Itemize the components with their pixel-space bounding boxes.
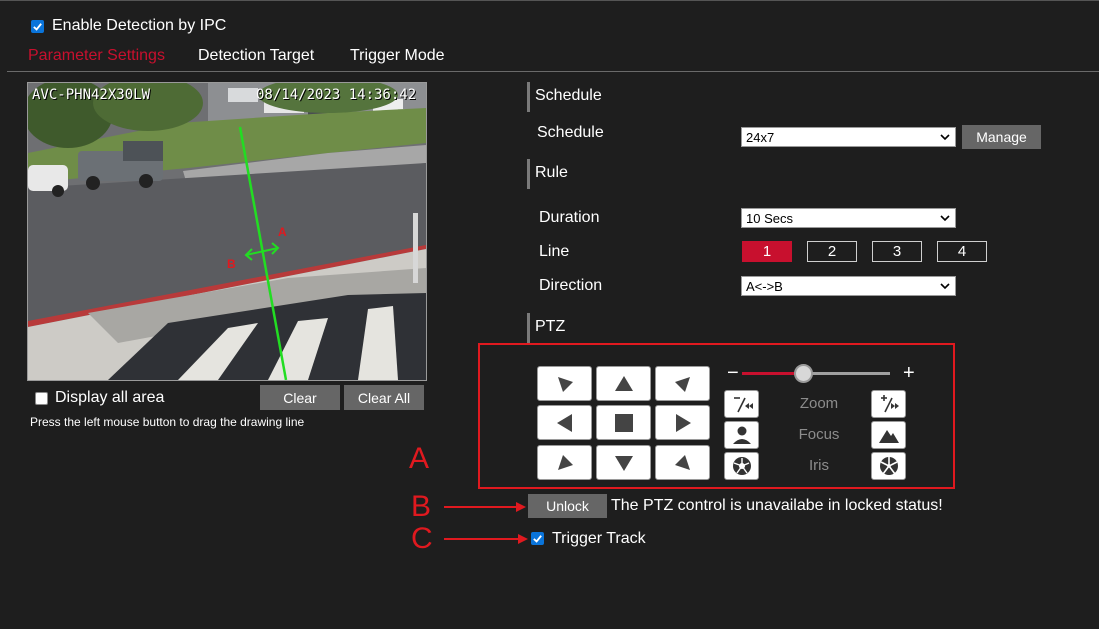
unlock-button[interactable]: Unlock <box>528 494 607 518</box>
speed-slider-track[interactable] <box>742 364 890 383</box>
duration-select-value: 10 Secs <box>746 210 793 226</box>
aperture-close-icon <box>732 457 751 475</box>
annotation-c: C <box>411 522 433 555</box>
duration-label: Duration <box>539 209 600 226</box>
schedule-section-bar <box>527 82 530 112</box>
schedule-section-title: Schedule <box>535 87 602 104</box>
line-1-button[interactable]: 1 <box>742 241 792 262</box>
slider-plus[interactable]: + <box>903 362 915 385</box>
clear-button[interactable]: Clear <box>260 385 340 410</box>
line-3-button[interactable]: 3 <box>872 241 922 262</box>
stop-square-icon <box>614 413 633 432</box>
chevron-down-icon <box>940 215 950 222</box>
zoom-in-icon <box>880 395 899 413</box>
line-label: Line <box>539 243 570 260</box>
direction-select-value: A<->B <box>746 278 783 294</box>
schedule-select-value: 24x7 <box>746 129 775 145</box>
ptz-section-bar <box>527 313 530 343</box>
arrow-up-left-icon <box>557 376 573 392</box>
trigger-track-checkbox[interactable] <box>531 532 544 545</box>
check-icon <box>33 23 42 31</box>
direction-select[interactable]: A<->B <box>741 276 956 296</box>
aperture-open-icon <box>879 457 898 475</box>
iris-label: Iris <box>809 457 829 474</box>
chevron-down-icon <box>940 134 950 141</box>
tab-detection-target[interactable]: Detection Target <box>198 47 314 65</box>
annotation-a: A <box>409 442 430 475</box>
rule-section-title: Rule <box>535 164 568 181</box>
iris-close-button[interactable] <box>724 452 759 480</box>
line-4-button[interactable]: 4 <box>937 241 987 262</box>
ptz-locked-message: The PTZ control is unavailabe in locked … <box>611 497 943 514</box>
drawing-hint: Press the left mouse button to drag the … <box>30 415 305 429</box>
rule-section-bar <box>527 159 530 189</box>
focus-near-button[interactable] <box>724 421 759 449</box>
ptz-right-button[interactable] <box>655 405 710 440</box>
arrow-left-icon <box>556 413 572 432</box>
ptz-stop-button[interactable] <box>596 405 651 440</box>
manage-button[interactable]: Manage <box>962 125 1041 149</box>
enable-detection-checkbox[interactable] <box>31 20 44 33</box>
iris-open-button[interactable] <box>871 452 906 480</box>
ptz-left-button[interactable] <box>537 405 592 440</box>
ptz-down-right-button[interactable] <box>655 445 710 480</box>
camera-name-overlay: AVC-PHN42X30LW <box>32 87 151 103</box>
schedule-label: Schedule <box>537 124 604 141</box>
arrow-down-icon <box>614 455 633 471</box>
mountain-icon <box>878 430 899 443</box>
line-label-a: A <box>278 225 287 239</box>
zoom-in-button[interactable] <box>871 390 906 418</box>
ptz-section-title: PTZ <box>535 318 566 335</box>
focus-label: Focus <box>798 426 840 443</box>
slider-minus[interactable]: − <box>727 362 739 385</box>
tab-trigger-mode[interactable]: Trigger Mode <box>350 47 445 65</box>
ptz-down-left-button[interactable] <box>537 445 592 480</box>
direction-label: Direction <box>539 277 603 294</box>
arrow-up-right-icon <box>674 376 690 392</box>
line-2-button[interactable]: 2 <box>807 241 857 262</box>
timestamp-overlay: 08/14/2023 14:36:42 <box>256 87 417 103</box>
duration-select[interactable]: 10 Secs <box>741 208 956 228</box>
ptz-up-button[interactable] <box>596 366 651 401</box>
zoom-out-button[interactable] <box>724 390 759 418</box>
annotation-arrows <box>444 502 528 544</box>
enable-detection-label: Enable Detection by IPC <box>52 17 227 34</box>
arrow-down-left-icon <box>557 454 573 470</box>
person-icon <box>732 426 751 444</box>
display-all-area-checkbox[interactable] <box>35 392 48 405</box>
tab-parameter-settings[interactable]: Parameter Settings <box>28 47 165 65</box>
ptz-up-right-button[interactable] <box>655 366 710 401</box>
line-label-b: B <box>227 257 236 271</box>
ptz-down-button[interactable] <box>596 445 651 480</box>
tab-divider <box>7 71 1099 72</box>
display-all-area-label: Display all area <box>55 389 165 406</box>
arrow-right-icon <box>675 413 691 432</box>
focus-far-button[interactable] <box>871 421 906 449</box>
zoom-label: Zoom <box>799 395 839 412</box>
trigger-track-label: Trigger Track <box>552 530 646 547</box>
check-icon <box>533 535 542 543</box>
annotation-b: B <box>411 490 432 523</box>
arrow-down-right-icon <box>674 454 690 470</box>
top-divider <box>0 0 1099 1</box>
chevron-down-icon <box>940 283 950 290</box>
zoom-out-icon <box>733 397 753 413</box>
schedule-select[interactable]: 24x7 <box>741 127 956 147</box>
ptz-up-left-button[interactable] <box>537 366 592 401</box>
clear-all-button[interactable]: Clear All <box>344 385 424 410</box>
video-preview[interactable]: AVC-PHN42X30LW 08/14/2023 14:36:42 A B <box>27 82 427 381</box>
camera-scene <box>28 83 426 380</box>
arrow-up-icon <box>614 375 633 391</box>
